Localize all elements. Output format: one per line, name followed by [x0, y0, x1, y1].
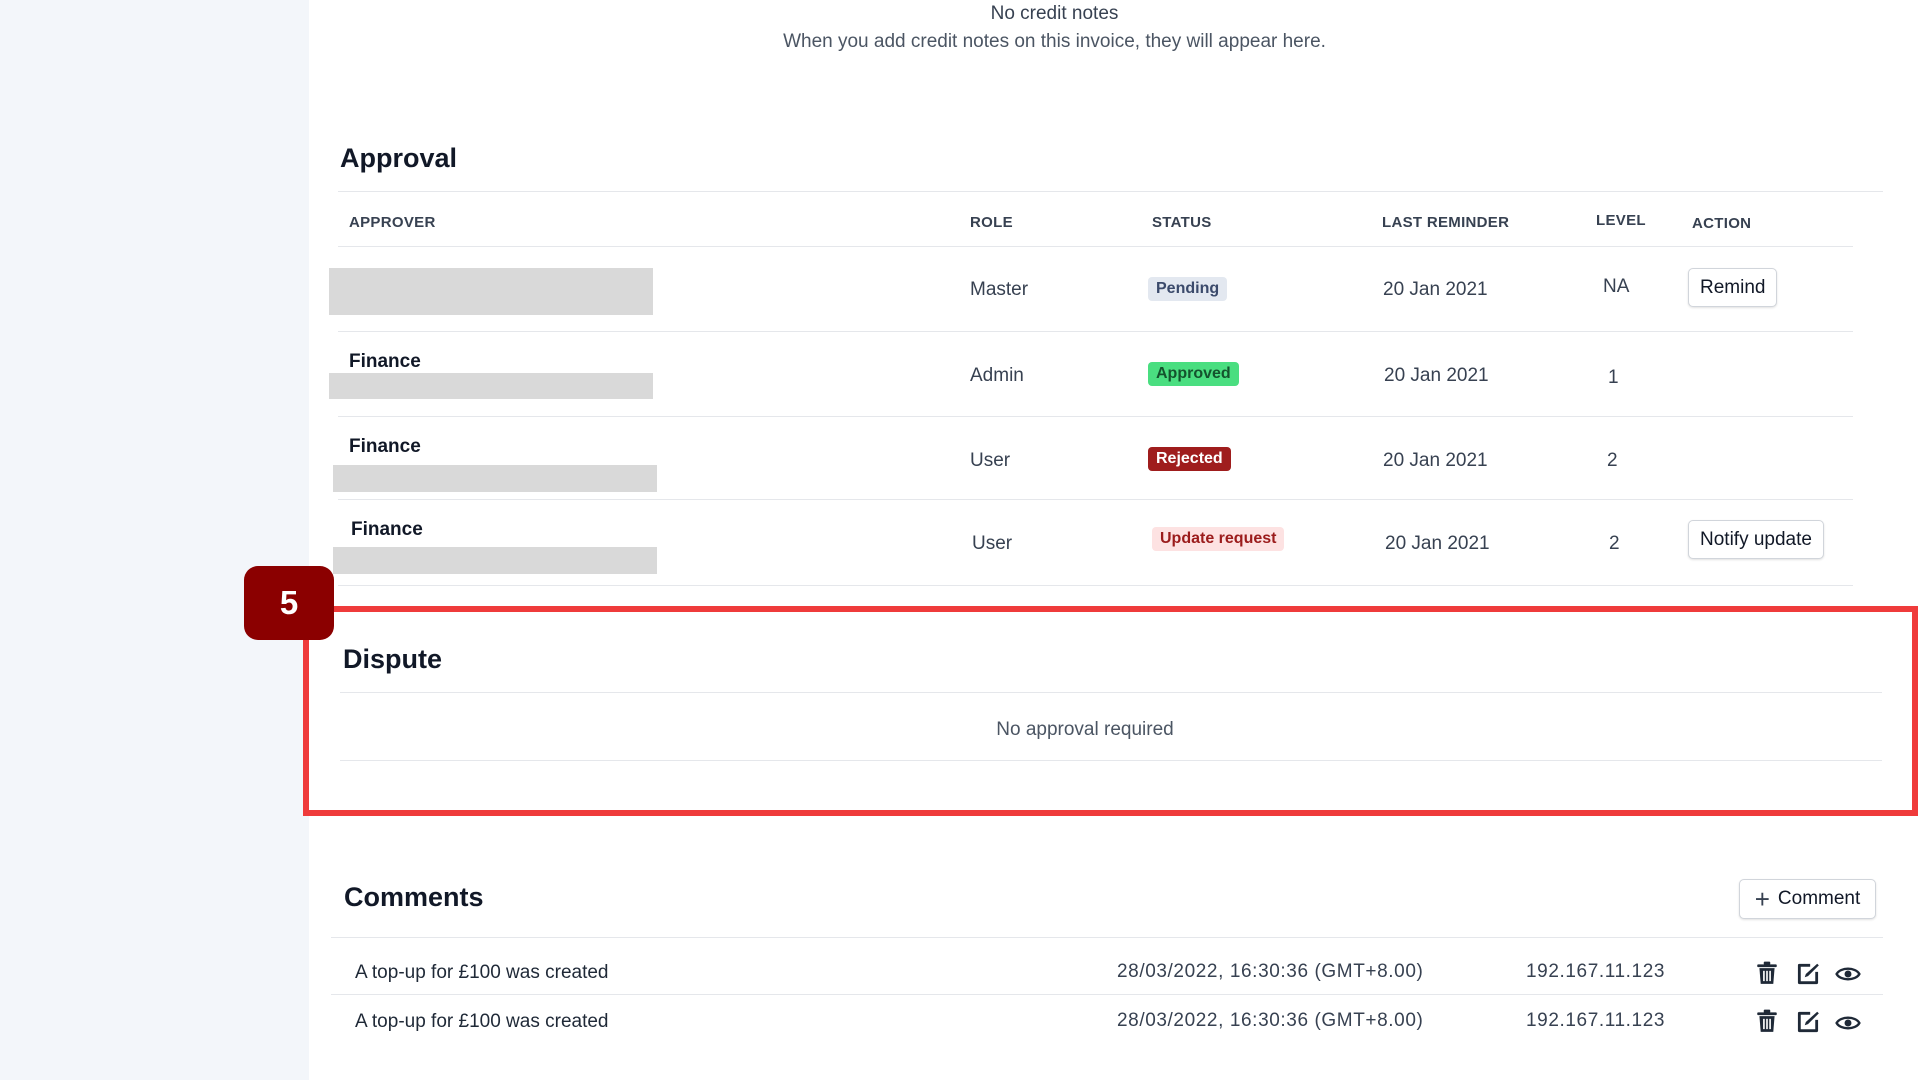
approval-level: 2 — [1607, 450, 1618, 471]
approver-role: User — [970, 450, 1011, 471]
row-divider — [338, 499, 1853, 500]
comments-title-divider — [331, 937, 1883, 938]
credit-notes-empty-title: No credit notes — [990, 3, 1119, 24]
status-badge-approved: Approved — [1148, 362, 1239, 386]
eye-icon[interactable] — [1835, 961, 1861, 987]
notify-update-button[interactable]: Notify update — [1688, 520, 1824, 559]
comment-ip-address: 192.167.11.123 — [1526, 961, 1666, 982]
approval-header-divider — [338, 246, 1853, 247]
dispute-title-divider — [340, 692, 1882, 693]
eye-icon[interactable] — [1835, 1010, 1861, 1036]
last-reminder-date: 20 Jan 2021 — [1383, 450, 1488, 471]
trash-icon[interactable] — [1754, 960, 1780, 986]
status-badge-rejected: Rejected — [1148, 447, 1231, 471]
last-reminder-date: 20 Jan 2021 — [1385, 533, 1490, 554]
edit-icon[interactable] — [1795, 1009, 1821, 1035]
column-header-last-reminder: LAST REMINDER — [1382, 214, 1510, 231]
comment-text: A top-up for £100 was created — [355, 1011, 609, 1032]
status-badge-update-request: Update request — [1152, 527, 1285, 551]
column-header-approver: APPROVER — [349, 214, 436, 231]
approval-title: Approval — [340, 143, 458, 173]
comment-divider — [331, 994, 1883, 995]
remind-button[interactable]: Remind — [1688, 268, 1778, 307]
sidebar-panel — [0, 0, 309, 1080]
column-header-status: STATUS — [1152, 214, 1212, 231]
row-divider — [338, 585, 1853, 586]
credit-notes-empty-state: No credit notes When you add credit note… — [309, 3, 1800, 53]
approver-role: Master — [970, 279, 1029, 300]
column-header-action: ACTION — [1692, 215, 1752, 232]
approval-level: 1 — [1608, 367, 1619, 388]
plus-icon: + — [1754, 884, 1770, 914]
credit-notes-empty-description: When you add credit notes on this invoic… — [783, 31, 1326, 52]
column-header-level: LEVEL — [1596, 212, 1646, 229]
redacted-approver-detail — [329, 373, 653, 399]
approver-role: User — [972, 533, 1013, 554]
approver-role: Admin — [970, 365, 1024, 386]
approver-name: Finance — [349, 351, 421, 372]
comment-text: A top-up for £100 was created — [355, 962, 609, 983]
comment-ip-address: 192.167.11.123 — [1526, 1010, 1666, 1031]
edit-icon[interactable] — [1795, 961, 1821, 987]
row-divider — [338, 416, 1853, 417]
callout-number-badge: 5 — [244, 566, 334, 640]
redacted-approver-name — [329, 268, 653, 315]
add-comment-label: Comment — [1777, 888, 1861, 909]
approval-level: NA — [1603, 276, 1630, 297]
add-comment-button[interactable]: + Comment — [1739, 879, 1876, 919]
last-reminder-date: 20 Jan 2021 — [1384, 365, 1489, 386]
status-badge-pending: Pending — [1148, 277, 1228, 301]
row-divider — [338, 331, 1853, 332]
redacted-approver-detail — [333, 547, 657, 574]
last-reminder-date: 20 Jan 2021 — [1383, 279, 1488, 300]
column-header-role: ROLE — [970, 214, 1013, 231]
redacted-approver-detail — [333, 465, 657, 492]
highlight-box — [303, 606, 1918, 816]
approver-name: Finance — [351, 519, 423, 540]
trash-icon[interactable] — [1754, 1008, 1780, 1034]
comment-timestamp: 28/03/2022, 16:30:36 (GMT+8.00) — [1117, 1010, 1424, 1031]
approval-title-divider — [338, 191, 1883, 192]
comments-title: Comments — [344, 882, 484, 912]
dispute-title: Dispute — [343, 644, 443, 674]
comment-timestamp: 28/03/2022, 16:30:36 (GMT+8.00) — [1117, 961, 1424, 982]
approver-name: Finance — [349, 436, 421, 457]
dispute-empty-state: No approval required — [996, 719, 1174, 740]
approval-level: 2 — [1609, 533, 1620, 554]
dispute-bottom-divider — [340, 760, 1882, 761]
